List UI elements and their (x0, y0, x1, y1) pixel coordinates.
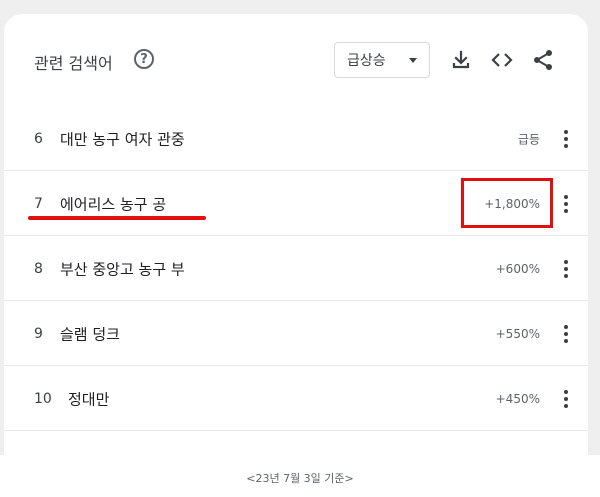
more-vert-icon[interactable] (564, 389, 568, 408)
row-query[interactable]: 대만 농구 여자 관중 (60, 128, 185, 149)
dropdown-selected-value: 급상승 (347, 53, 386, 69)
list-item[interactable]: 8 부산 중앙고 농구 부 +600% (4, 236, 588, 301)
share-icon[interactable] (531, 48, 555, 72)
row-value: +450% (495, 391, 540, 406)
row-rank: 9 (34, 325, 43, 342)
date-caption: <23년 7월 3일 기준> (246, 472, 354, 485)
trend-type-dropdown[interactable]: 급상승 (334, 42, 430, 78)
row-value: 급등 (517, 132, 540, 146)
download-icon[interactable] (449, 48, 473, 72)
row-query[interactable]: 정대만 (68, 388, 109, 409)
row-value: +600% (495, 261, 540, 276)
row-query[interactable]: 에어리스 농구 공 (60, 193, 166, 214)
help-circle-icon[interactable]: ? (134, 49, 154, 69)
more-vert-icon[interactable] (564, 194, 568, 213)
code-icon[interactable] (490, 48, 514, 72)
row-query[interactable]: 부산 중앙고 농구 부 (60, 258, 185, 279)
card-header: 관련 검색어 ? 급상승 (4, 14, 588, 106)
more-vert-icon[interactable] (564, 129, 568, 148)
row-rank: 7 (34, 195, 43, 212)
more-vert-icon[interactable] (564, 324, 568, 343)
row-query[interactable]: 슬램 덩크 (60, 323, 120, 344)
card-title: 관련 검색어 (34, 54, 113, 73)
row-value: +550% (495, 326, 540, 341)
red-box-annotation (461, 178, 553, 228)
list-item[interactable]: 6 대만 농구 여자 관중 급등 (4, 106, 588, 171)
row-rank: 6 (34, 130, 43, 147)
more-vert-icon[interactable] (564, 259, 568, 278)
row-divider (4, 430, 588, 431)
related-queries-card: 관련 검색어 ? 급상승 6 대만 농구 여자 관중 급등 7 에어리스 농구 … (4, 14, 588, 484)
caret-down-icon (409, 58, 417, 63)
list-item[interactable]: 9 슬램 덩크 +550% (4, 301, 588, 366)
row-rank: 8 (34, 260, 43, 277)
red-underline-annotation (28, 216, 206, 220)
row-rank: 10 (34, 390, 52, 407)
list-item[interactable]: 10 정대만 +450% (4, 366, 588, 431)
